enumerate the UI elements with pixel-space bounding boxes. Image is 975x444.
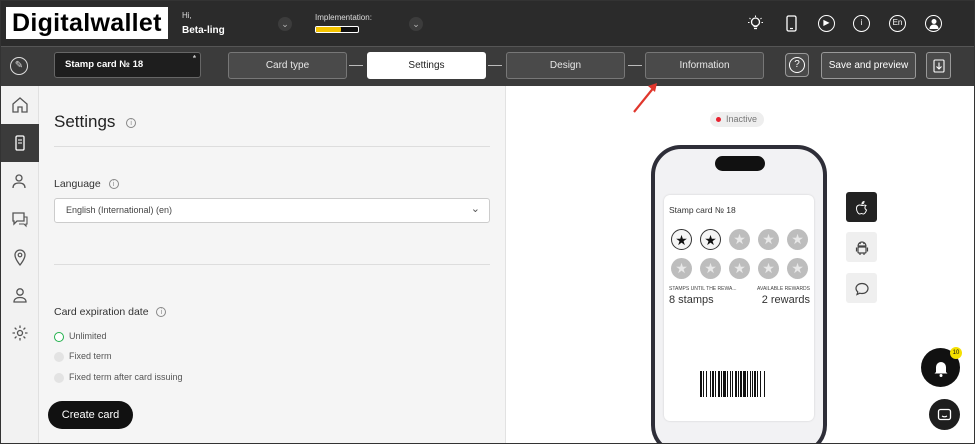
download-icon xyxy=(932,59,945,73)
divider xyxy=(54,146,490,147)
step-connector xyxy=(628,65,642,66)
stamp-empty: ★ xyxy=(787,229,808,250)
stamps-caption: STAMPS UNTIL THE REWA... xyxy=(669,286,737,292)
stamp-empty: ★ xyxy=(729,258,750,279)
phone-icon[interactable] xyxy=(783,15,800,32)
home-icon[interactable] xyxy=(1,86,39,124)
status-badge: Inactive xyxy=(710,112,765,127)
tab-design[interactable]: Design xyxy=(506,52,625,79)
info-icon[interactable]: i xyxy=(126,117,137,128)
android-icon[interactable] xyxy=(846,232,877,262)
radio-label: Fixed term xyxy=(69,351,112,361)
stamp-empty: ★ xyxy=(787,258,808,279)
edit-icon[interactable]: ✎ xyxy=(10,57,28,75)
card-name-field[interactable]: Stamp card № 18 * xyxy=(54,52,201,78)
page-title-text: Settings xyxy=(54,112,116,131)
implementation-chevron-icon[interactable]: ⌄ xyxy=(409,17,423,31)
app-logo: Digitalwallet xyxy=(6,7,168,39)
language-label-text: Language xyxy=(54,178,101,190)
phone-notch xyxy=(715,156,765,171)
step-connector xyxy=(488,65,502,66)
stamp-filled: ★ xyxy=(671,229,692,250)
lightbulb-icon[interactable] xyxy=(747,15,764,32)
wallet-pass: Stamp card № 18 ★ ★ ★ ★ ★ ★ ★ ★ ★ ★ STAMPS UNTIL … xyxy=(664,195,814,421)
user-settings-icon[interactable] xyxy=(1,276,39,314)
radio-indicator xyxy=(54,372,64,383)
barcode xyxy=(700,371,765,397)
rewards-value: 2 rewards xyxy=(761,294,810,306)
create-card-button[interactable]: Create card xyxy=(48,401,133,429)
implementation-progress xyxy=(315,26,359,33)
info-icon[interactable]: i xyxy=(853,15,870,32)
chevron-down-icon: ⌄ xyxy=(470,203,480,215)
user-menu-chevron-icon[interactable]: ⌄ xyxy=(278,17,292,31)
users-icon[interactable] xyxy=(1,162,39,200)
tab-information[interactable]: Information xyxy=(645,52,764,79)
language-label: Language i xyxy=(54,178,119,190)
download-button[interactable] xyxy=(926,52,951,79)
save-and-preview-button[interactable]: Save and preview xyxy=(821,52,916,79)
phone-preview: Stamp card № 18 ★ ★ ★ ★ ★ ★ ★ ★ ★ ★ STAMPS UNTIL … xyxy=(651,145,827,443)
divider xyxy=(54,264,490,265)
tab-settings[interactable]: Settings xyxy=(367,52,486,79)
card-icon[interactable] xyxy=(1,124,39,162)
radio-unlimited[interactable]: Unlimited xyxy=(54,331,107,342)
greeting-label: Hi, xyxy=(182,11,192,20)
radio-indicator xyxy=(54,351,64,362)
info-icon[interactable]: i xyxy=(156,307,167,318)
bell-icon xyxy=(934,361,947,377)
implementation-label: Implementation: xyxy=(315,13,372,22)
message-icon[interactable] xyxy=(846,273,877,303)
info-icon[interactable]: i xyxy=(108,179,119,190)
radio-fixed-term[interactable]: Fixed term xyxy=(54,351,112,362)
tab-card-type[interactable]: Card type xyxy=(228,52,347,79)
app-window: Digitalwallet Hi, Beta-ling ⌄ Implementa… xyxy=(0,0,975,444)
location-icon[interactable] xyxy=(1,238,39,276)
expiration-label: Card expiration date i xyxy=(54,306,167,318)
help-icon: ? xyxy=(789,57,805,73)
stamp-filled: ★ xyxy=(700,229,721,250)
notification-count-badge: 10 xyxy=(950,347,962,359)
language-select-value: English (International) (en) xyxy=(66,205,173,215)
gear-icon[interactable] xyxy=(1,314,39,352)
sidebar xyxy=(1,86,39,443)
editor-toolbar: ✎ Stamp card № 18 * Card type Settings D… xyxy=(1,46,974,86)
radio-label: Unlimited xyxy=(69,331,107,341)
annotation-arrow xyxy=(633,83,657,113)
pass-title: Stamp card № 18 xyxy=(669,205,736,215)
support-chat-button[interactable] xyxy=(929,399,960,430)
chat-bubble-icon xyxy=(937,408,952,421)
required-mark: * xyxy=(192,54,196,63)
status-text: Inactive xyxy=(726,114,758,124)
radio-label: Fixed term after card issuing xyxy=(69,372,183,382)
apple-icon[interactable] xyxy=(846,192,877,222)
radio-fixed-term-after-issuing[interactable]: Fixed term after card issuing xyxy=(54,372,183,383)
avatar[interactable] xyxy=(925,15,942,32)
stamp-empty: ★ xyxy=(729,229,750,250)
user-name[interactable]: Beta-ling xyxy=(182,25,225,36)
chat-icon[interactable] xyxy=(1,200,39,238)
status-dot xyxy=(716,117,721,123)
step-connector xyxy=(349,65,363,66)
card-name-value: Stamp card № 18 xyxy=(65,59,144,70)
stamp-empty: ★ xyxy=(700,258,721,279)
language-icon[interactable]: En xyxy=(889,15,906,32)
top-bar: Digitalwallet Hi, Beta-ling ⌄ Implementa… xyxy=(1,1,974,46)
rewards-caption: AVAILABLE REWARDS xyxy=(757,286,810,292)
language-select[interactable]: English (International) (en) ⌄ xyxy=(54,198,490,223)
stamp-empty: ★ xyxy=(758,258,779,279)
expiration-label-text: Card expiration date xyxy=(54,306,149,318)
stamp-empty: ★ xyxy=(758,229,779,250)
stamp-empty: ★ xyxy=(671,258,692,279)
help-button[interactable]: ? xyxy=(785,53,809,77)
stamps-value: 8 stamps xyxy=(669,294,714,306)
implementation-progress-fill xyxy=(316,27,342,32)
play-icon[interactable]: ▶ xyxy=(818,15,835,32)
notifications-button[interactable]: 10 xyxy=(921,347,962,387)
radio-indicator xyxy=(54,331,64,342)
settings-panel: Settings i Language i English (Internati… xyxy=(39,86,506,443)
page-title: Settings i xyxy=(54,112,137,132)
